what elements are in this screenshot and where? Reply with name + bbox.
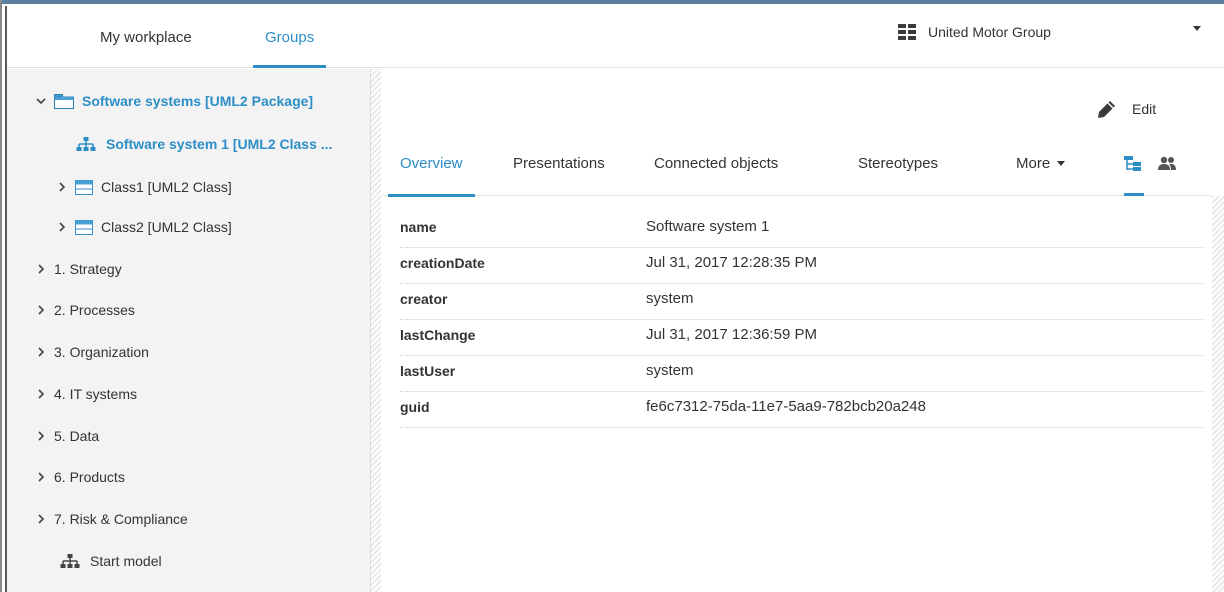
tab-presentations[interactable]: Presentations: [513, 148, 605, 196]
attribute-key: lastChange: [400, 327, 476, 343]
class-icon: [75, 219, 93, 235]
tree-item-label: 1. Strategy: [54, 261, 122, 277]
tree-item-organization[interactable]: 3. Organization: [34, 341, 149, 363]
nav-tab-my-workplace[interactable]: My workplace: [100, 4, 192, 68]
tree-item-label: Software systems [UML2 Package]: [82, 93, 314, 109]
tree-item-label: Class1 [UML2 Class]: [101, 179, 232, 195]
tab-more[interactable]: More: [1016, 148, 1066, 196]
window-frame: [0, 0, 2, 592]
attribute-row: guid fe6c7312-75da-11e7-5aa9-782bcb20a24…: [400, 392, 1204, 428]
attributes-table: name Software system 1 creationDate Jul …: [400, 212, 1204, 428]
tree-item-software-systems[interactable]: Software systems [UML2 Package]: [34, 90, 313, 112]
attribute-value: Jul 31, 2017 12:28:35 PM: [646, 254, 817, 271]
chevron-right-icon[interactable]: [34, 470, 48, 484]
caret-down-icon: [1057, 160, 1066, 166]
attribute-row: lastChange Jul 31, 2017 12:36:59 PM: [400, 320, 1204, 356]
chevron-down-icon[interactable]: [34, 94, 48, 108]
attribute-row: creator system: [400, 284, 1204, 320]
tree-item-processes[interactable]: 2. Processes: [34, 299, 135, 321]
tree-item-class2[interactable]: Class2 [UML2 Class]: [55, 216, 232, 238]
tree-item-label: 4. IT systems: [54, 386, 137, 402]
pencil-icon: [1098, 100, 1115, 118]
nav-tab-groups[interactable]: Groups: [252, 4, 327, 68]
tree-item-label: 7. Risk & Compliance: [54, 511, 188, 527]
tree-item-label: Start model: [90, 553, 162, 569]
database-icon: [898, 23, 916, 41]
attribute-key: lastUser: [400, 363, 456, 379]
edit-button[interactable]: Edit: [1097, 97, 1156, 121]
tree-item-risk-compliance[interactable]: 7. Risk & Compliance: [34, 508, 188, 530]
class-icon: [75, 179, 93, 195]
tree-item-label: 5. Data: [54, 428, 100, 444]
attribute-key: creationDate: [400, 255, 485, 271]
attribute-value: system: [646, 362, 694, 379]
scroll-splitter: [1212, 196, 1224, 592]
chevron-right-icon[interactable]: [34, 345, 48, 359]
attribute-key: name: [400, 219, 437, 235]
tab-more-label: More: [1016, 155, 1051, 172]
database-selector[interactable]: United Motor Group: [898, 18, 1051, 46]
attribute-row: lastUser system: [400, 356, 1204, 392]
tab-stereotypes[interactable]: Stereotypes: [858, 148, 938, 196]
chevron-down-icon[interactable]: [1193, 26, 1201, 31]
tree-item-label: 3. Organization: [54, 344, 149, 360]
attribute-key: guid: [400, 399, 430, 415]
tree-item-strategy[interactable]: 1. Strategy: [34, 258, 122, 280]
tree-item-start-model[interactable]: Start model: [60, 550, 162, 572]
tree-item-products[interactable]: 6. Products: [34, 466, 125, 488]
tree-item-label: Class2 [UML2 Class]: [101, 219, 232, 235]
tree-item-label: 2. Processes: [54, 302, 135, 318]
chevron-right-icon[interactable]: [55, 180, 69, 194]
users-icon[interactable]: [1158, 156, 1178, 172]
chevron-right-icon[interactable]: [34, 262, 48, 276]
attribute-row: creationDate Jul 31, 2017 12:28:35 PM: [400, 248, 1204, 284]
tree-item-software-system-1[interactable]: Software system 1 [UML2 Class ...: [76, 133, 332, 155]
tab-overview[interactable]: Overview: [388, 148, 474, 197]
attribute-row: name Software system 1: [400, 212, 1204, 248]
database-name: United Motor Group: [928, 24, 1051, 40]
detail-tabs: Overview Presentations Connected objects…: [382, 148, 1212, 197]
attribute-value: Jul 31, 2017 12:36:59 PM: [646, 326, 817, 343]
chevron-right-icon[interactable]: [34, 303, 48, 317]
tree-item-class1[interactable]: Class1 [UML2 Class]: [55, 176, 232, 198]
folder-icon: [54, 93, 74, 109]
hierarchy-icon: [76, 136, 96, 152]
attribute-key: creator: [400, 291, 448, 307]
view-active-indicator: [1124, 193, 1144, 196]
attribute-value: system: [646, 290, 694, 307]
chevron-right-icon[interactable]: [34, 429, 48, 443]
attribute-value: fe6c7312-75da-11e7-5aa9-782bcb20a248: [646, 398, 926, 415]
tree-item-label: 6. Products: [54, 469, 125, 485]
sidebar-splitter[interactable]: [370, 69, 381, 592]
tree-item-label: Software system 1 [UML2 Class ...: [106, 136, 333, 152]
attribute-value: Software system 1: [646, 218, 770, 235]
tab-connected-objects[interactable]: Connected objects: [654, 148, 778, 196]
tree-view-icon[interactable]: [1124, 156, 1144, 172]
chevron-right-icon[interactable]: [55, 220, 69, 234]
edit-label: Edit: [1132, 101, 1157, 117]
tree-item-data[interactable]: 5. Data: [34, 425, 99, 447]
chevron-right-icon[interactable]: [34, 387, 48, 401]
tree-item-it-systems[interactable]: 4. IT systems: [34, 383, 137, 405]
chevron-right-icon[interactable]: [34, 512, 48, 526]
hierarchy-icon: [60, 553, 80, 569]
